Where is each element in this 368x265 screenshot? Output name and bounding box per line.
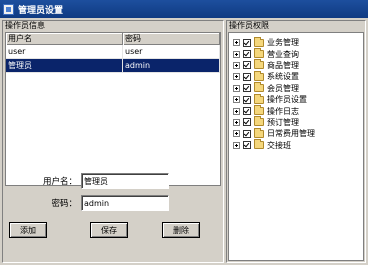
- table-row-selected[interactable]: 管理员 admin: [6, 59, 220, 73]
- tree-item-shift-handover[interactable]: 交接班: [229, 139, 363, 151]
- folder-icon: [254, 59, 264, 70]
- checkbox[interactable]: [243, 84, 251, 93]
- expand-icon[interactable]: [233, 107, 240, 115]
- expand-icon[interactable]: [233, 73, 240, 81]
- operator-table[interactable]: 用户名 密码 user user 管理员 admin: [5, 32, 221, 186]
- tree-item-label: 营业查询: [267, 49, 299, 59]
- tree-item-operator-settings[interactable]: 操作员设置: [229, 93, 363, 105]
- folder-icon: [254, 105, 264, 116]
- folder-icon: [254, 82, 264, 93]
- tree-item-system-settings[interactable]: 系统设置: [229, 70, 363, 82]
- checkbox[interactable]: [243, 95, 251, 104]
- tree-item-label: 会员管理: [267, 83, 299, 93]
- expand-icon[interactable]: [233, 130, 240, 138]
- table-row[interactable]: user user: [6, 45, 220, 59]
- tree-item-label: 系统设置: [267, 72, 299, 82]
- checkbox[interactable]: [243, 107, 251, 116]
- checkbox[interactable]: [243, 72, 251, 81]
- checkbox[interactable]: [243, 118, 251, 127]
- column-header-password[interactable]: 密码: [123, 33, 220, 45]
- tree-item-label: 日常费用管理: [267, 129, 315, 139]
- username-row: 用户名：: [3, 173, 169, 189]
- expand-icon[interactable]: [233, 118, 240, 126]
- password-input[interactable]: [81, 195, 169, 211]
- tree-item-label: 操作日志: [267, 106, 299, 116]
- checkbox[interactable]: [243, 129, 251, 138]
- tree-item-daily-expenses[interactable]: 日常费用管理: [229, 127, 363, 139]
- password-label: 密码：: [51, 199, 77, 209]
- operator-info-panel: 操作员信息 用户名 密码 user user 管理员 admin 用户名： 密码…: [2, 20, 224, 263]
- tree-item-label: 预订管理: [267, 117, 299, 127]
- checkbox[interactable]: [243, 50, 251, 59]
- tree-item-label: 操作员设置: [267, 95, 307, 105]
- tree-item-label: 交接班: [267, 140, 291, 150]
- save-button[interactable]: 保存: [90, 222, 128, 238]
- column-header-username[interactable]: 用户名: [6, 33, 123, 45]
- app-icon: [3, 3, 14, 15]
- operator-info-title: 操作员信息: [3, 21, 223, 31]
- folder-icon: [254, 36, 264, 47]
- tree-item-label: 商品管理: [267, 60, 299, 70]
- checkbox[interactable]: [243, 61, 251, 70]
- tree-item-business[interactable]: 业务管理: [229, 36, 363, 48]
- folder-icon: [254, 139, 264, 150]
- expand-icon[interactable]: [233, 141, 240, 149]
- title-bar: 管理员设置: [0, 0, 368, 18]
- tree-item-operation-log[interactable]: 操作日志: [229, 105, 363, 116]
- cell-password: admin: [123, 59, 220, 72]
- expand-icon[interactable]: [233, 96, 240, 104]
- tree-item-label: 业务管理: [267, 38, 299, 48]
- tree-item-reservations[interactable]: 预订管理: [229, 116, 363, 128]
- tree-item-products[interactable]: 商品管理: [229, 59, 363, 71]
- delete-button[interactable]: 删除: [162, 222, 200, 238]
- tree-item-sales-query[interactable]: 营业查询: [229, 48, 363, 59]
- operator-permissions-panel: 操作员权限 业务管理 营业查询 商品管理 系统设置 会员管理 操作员设置 操作日…: [226, 20, 366, 263]
- table-header: 用户名 密码: [6, 33, 220, 45]
- folder-icon: [254, 93, 264, 104]
- checkbox[interactable]: [243, 38, 251, 47]
- folder-icon: [254, 48, 264, 59]
- operator-permissions-title: 操作员权限: [227, 21, 365, 31]
- password-row: 密码：: [3, 195, 169, 211]
- expand-icon[interactable]: [233, 39, 240, 47]
- cell-password: user: [123, 45, 220, 58]
- expand-icon[interactable]: [233, 84, 240, 92]
- cell-username: user: [6, 45, 123, 58]
- tree-item-members[interactable]: 会员管理: [229, 82, 363, 94]
- folder-icon: [254, 70, 264, 81]
- folder-icon: [254, 127, 264, 138]
- window-title: 管理员设置: [18, 5, 64, 16]
- username-label: 用户名：: [42, 177, 77, 187]
- checkbox[interactable]: [243, 141, 251, 150]
- add-button[interactable]: 添加: [9, 222, 47, 238]
- folder-icon: [254, 116, 264, 127]
- permissions-tree[interactable]: 业务管理 营业查询 商品管理 系统设置 会员管理 操作员设置 操作日志 预订管理…: [228, 32, 364, 261]
- cell-username: 管理员: [6, 59, 123, 72]
- expand-icon[interactable]: [233, 50, 240, 58]
- username-input[interactable]: [81, 173, 169, 189]
- expand-icon[interactable]: [233, 61, 240, 69]
